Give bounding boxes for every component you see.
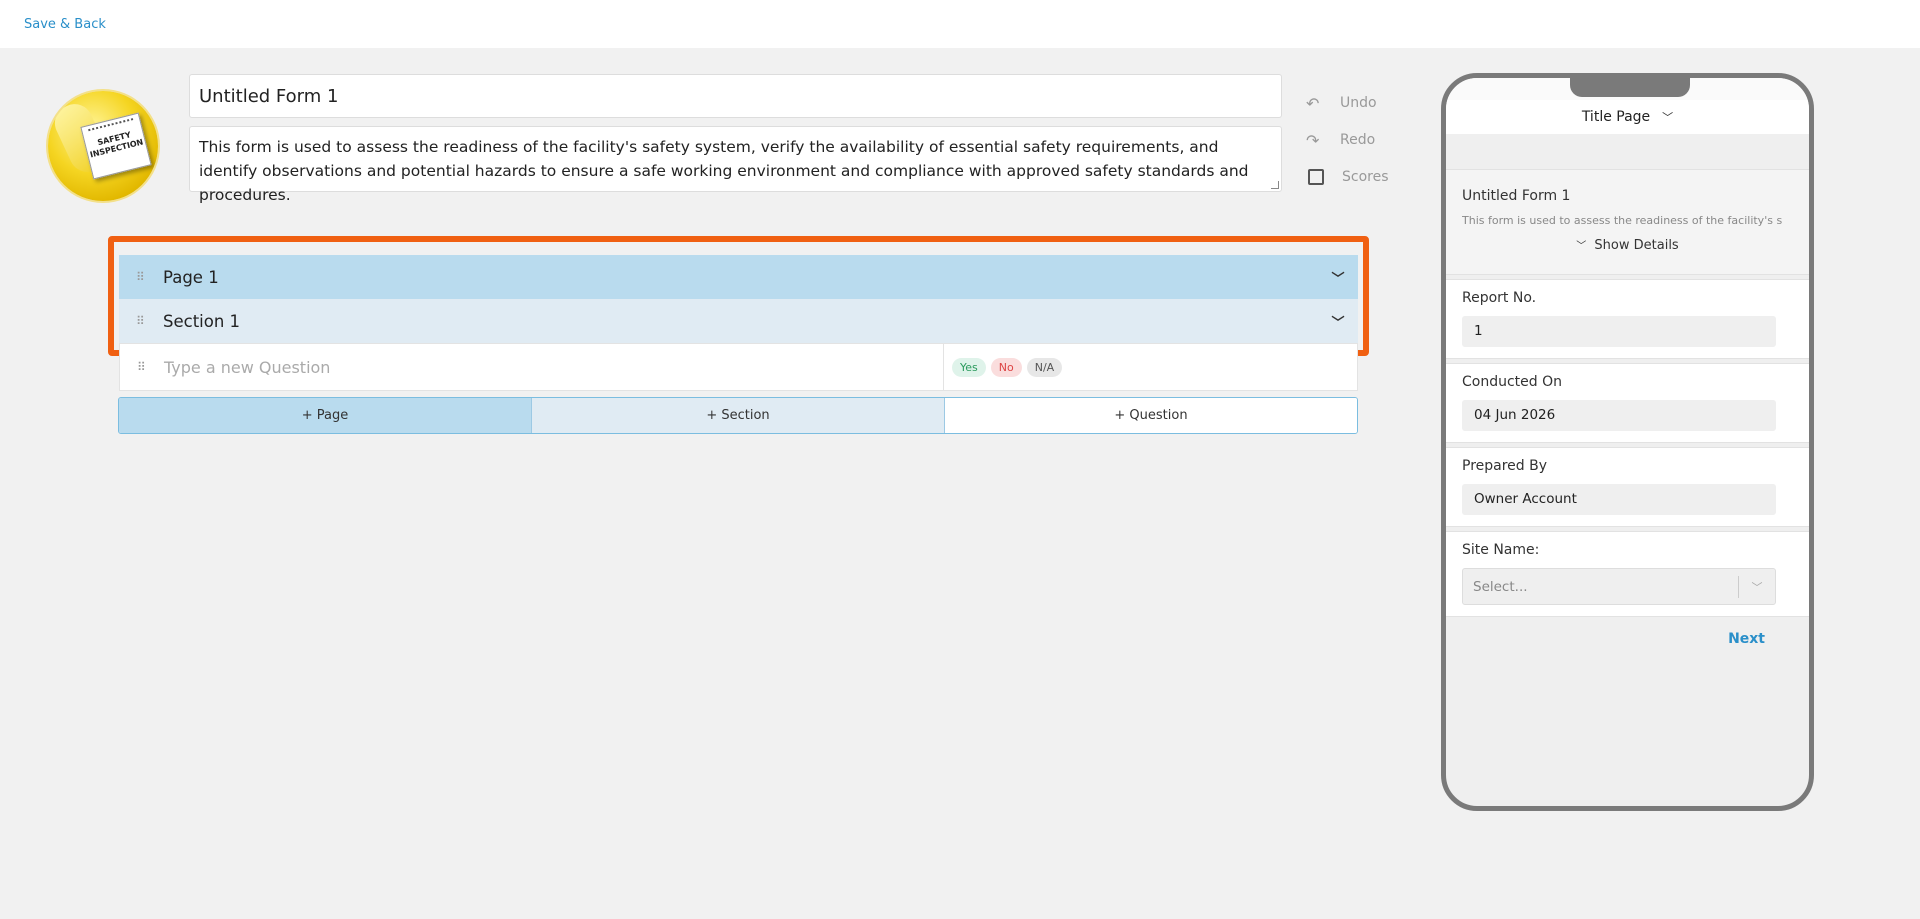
editor-tools: ↶ Undo ↷ Redo Scores xyxy=(1306,93,1389,204)
chevron-down-icon[interactable]: ﹀ xyxy=(1318,312,1358,331)
answer-na-badge: N/A xyxy=(1026,357,1063,377)
page-title[interactable]: Page 1 xyxy=(163,268,1318,287)
answer-yes-badge: Yes xyxy=(952,357,986,377)
undo-label: Undo xyxy=(1340,95,1377,111)
add-section-button[interactable]: + Section xyxy=(532,398,945,433)
field-label: Report No. xyxy=(1462,290,1537,306)
answer-no-badge: No xyxy=(990,357,1022,377)
resize-grip-icon[interactable] xyxy=(1271,181,1279,189)
add-page-button[interactable]: + Page xyxy=(119,398,532,433)
undo-button[interactable]: ↶ Undo xyxy=(1306,93,1389,113)
form-description-text: This form is used to assess the readines… xyxy=(199,138,1249,204)
mobile-preview: Title Page ﹀ Untitled Form 1 This form i… xyxy=(1441,73,1814,811)
page-selector-label: Title Page xyxy=(1581,109,1651,125)
field-label: Prepared By xyxy=(1462,458,1548,474)
site-name-field: Site Name: Select... ﹀ xyxy=(1446,531,1809,617)
prepared-by-field: Prepared By Owner Account xyxy=(1446,447,1809,527)
question-row[interactable]: ⠿ Type a new Question Yes No N/A xyxy=(119,343,1358,391)
redo-button[interactable]: ↷ Redo xyxy=(1306,130,1389,150)
scores-label: Scores xyxy=(1342,169,1389,185)
show-details-button[interactable]: ﹀ Show Details xyxy=(1462,237,1793,253)
field-label: Conducted On xyxy=(1462,374,1563,390)
save-and-back-link[interactable]: Save & Back xyxy=(24,17,106,32)
field-label: Site Name: xyxy=(1462,542,1540,558)
scores-checkbox[interactable] xyxy=(1308,169,1324,185)
conducted-on-input[interactable]: 04 Jun 2026 xyxy=(1462,400,1776,431)
redo-label: Redo xyxy=(1340,132,1376,148)
top-bar: Save & Back xyxy=(0,0,1920,48)
scores-toggle[interactable]: Scores xyxy=(1306,167,1389,187)
redo-icon: ↷ xyxy=(1306,130,1320,150)
preview-form-description: This form is used to assess the readines… xyxy=(1462,214,1783,227)
question-input[interactable]: Type a new Question xyxy=(164,358,943,377)
form-logo-image[interactable]: SAFETY INSPECTION xyxy=(48,91,158,201)
add-item-bar: + Page + Section + Question xyxy=(118,397,1358,434)
select-placeholder: Select... xyxy=(1473,578,1528,595)
undo-icon: ↶ xyxy=(1306,93,1320,113)
show-details-label: Show Details xyxy=(1594,238,1679,253)
chevron-down-icon: ﹀ xyxy=(1576,241,1587,252)
form-description-input[interactable]: This form is used to assess the readines… xyxy=(189,126,1282,204)
add-question-button[interactable]: + Question xyxy=(945,398,1357,433)
report-no-input[interactable]: 1 xyxy=(1462,316,1776,347)
prepared-by-input[interactable]: Owner Account xyxy=(1462,484,1776,515)
page-row[interactable]: ⠿ Page 1 ﹀ xyxy=(119,255,1358,299)
section-row[interactable]: ⠿ Section 1 ﹀ xyxy=(119,299,1358,343)
next-button[interactable]: Next xyxy=(1728,631,1765,647)
form-title-input[interactable]: Untitled Form 1 xyxy=(189,74,1282,118)
report-no-field: Report No. 1 xyxy=(1446,279,1809,359)
site-name-select[interactable]: Select... ﹀ xyxy=(1462,568,1776,605)
page-selector[interactable]: Title Page ﹀ xyxy=(1446,100,1809,134)
section-title[interactable]: Section 1 xyxy=(163,312,1318,331)
preview-form-title: Untitled Form 1 xyxy=(1462,188,1571,204)
conducted-on-field: Conducted On 04 Jun 2026 xyxy=(1446,363,1809,443)
phone-notch xyxy=(1570,78,1690,97)
chevron-down-icon: ﹀ xyxy=(1662,111,1674,124)
drag-handle-icon[interactable]: ⠿ xyxy=(120,361,164,373)
chevron-down-icon[interactable]: ﹀ xyxy=(1318,268,1358,287)
drag-handle-icon[interactable]: ⠿ xyxy=(119,271,163,283)
drag-handle-icon[interactable]: ⠿ xyxy=(119,315,163,327)
response-type-selector[interactable]: Yes No N/A xyxy=(944,357,1357,377)
preview-intro: Untitled Form 1 This form is used to ass… xyxy=(1446,169,1809,275)
chevron-down-icon: ﹀ xyxy=(1751,580,1763,594)
